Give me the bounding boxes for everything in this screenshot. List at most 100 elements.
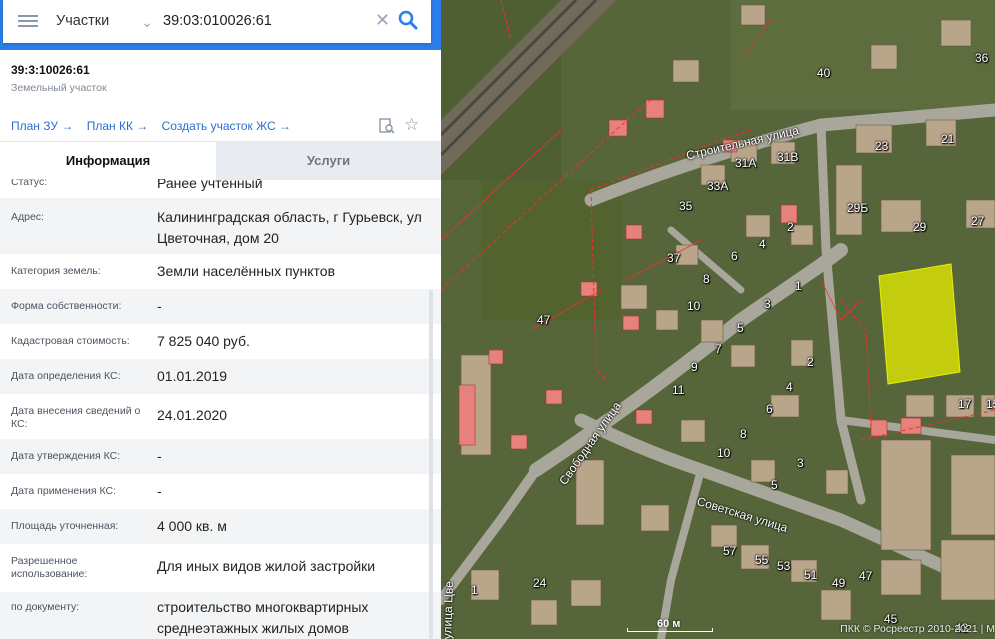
field-label: Дата внесения сведений о КС: [11,405,141,430]
field-value: - [157,483,162,499]
create-plot-link[interactable]: Создать участок ЖС → [162,119,291,133]
house-number: 6 [731,249,738,263]
field-row: Дата определения КС: 01.01.2019 [0,359,441,394]
field-row: Дата внесения сведений о КС: 24.01.2020 [0,394,441,439]
house-number: 57 [723,544,737,558]
house-number: 1 [471,583,478,597]
house-number: 55 [755,553,769,567]
star-icon[interactable]: ☆ [404,116,422,134]
house-number: 4 [786,380,793,394]
field-row: Дата применения КС: - [0,474,441,509]
menu-icon[interactable] [18,12,38,30]
house-number: 29 [913,220,927,234]
search-input[interactable] [163,9,368,33]
field-label: Разрешенное использование: [11,555,88,580]
action-links: План ЗУ → План КК → Создать участок ЖС → [11,119,301,133]
scale-bar [627,628,713,632]
field-row: Дата утверждения КС: - [0,439,441,474]
house-number: 2 [807,355,814,369]
field-value: - [157,298,162,314]
field-label: Дата утверждения КС: [11,450,121,462]
field-value: Ранее учтенный [157,179,263,191]
layer-select[interactable]: Участки ⌄ [51,10,161,32]
house-number: 5 [771,478,778,492]
house-number: 53 [777,559,791,573]
house-number: 3 [797,456,804,470]
house-number: 24 [533,576,547,590]
field-label: Адрес: [11,211,44,223]
house-number: 17 [958,397,972,411]
house-number: 6 [766,402,773,416]
house-number: 9 [691,360,698,374]
field-row: Адрес: Калининградская область, г Гурьев… [0,198,441,254]
object-cadastral-number: 39:3:10026:61 [11,63,90,77]
layer-select-value: Участки [56,13,110,29]
tab-information[interactable]: Информация [0,142,216,180]
field-label: по документу: [11,601,80,613]
house-number: 4 [759,237,766,251]
field-row: Разрешенное использование: Для иных видо… [0,544,441,592]
field-label: Дата определения КС: [11,370,121,382]
field-row: Категория земель: Земли населённых пункт… [0,254,441,289]
house-number: 31А [735,156,757,170]
house-number: 8 [703,272,710,286]
house-number: 10 [717,446,731,460]
chevron-down-icon: ⌄ [141,14,153,30]
field-value: Земли населённых пунктов [157,263,336,279]
plan-kk-link[interactable]: План КК → [87,119,149,133]
house-number: 8 [740,427,747,441]
field-value: 01.01.2019 [157,368,228,384]
house-number: 49 [832,576,846,590]
field-value: 4 000 кв. м [157,518,227,534]
search-bar: Участки ⌄ ✕ ❮ [0,0,441,50]
field-row: Площадь уточненная: 4 000 кв. м [0,509,441,544]
field-label: Категория земель: [11,265,101,277]
field-label: Дата применения КС: [11,485,117,497]
house-number: 27 [971,214,985,228]
house-number: 15 [986,397,995,411]
house-number: 47 [859,569,873,583]
house-number: 29Б [847,201,869,215]
field-label: Статус: [11,179,48,188]
document-search-icon[interactable] [378,117,396,135]
field-value: 24.01.2020 [157,407,228,423]
map-view[interactable]: Строительная улица Свободная улица Совет… [441,0,995,639]
field-row: Форма собственности: - [0,289,441,324]
plan-zu-link[interactable]: План ЗУ → [11,119,73,133]
house-number: 37 [667,251,681,265]
house-number: 2 [787,220,794,234]
field-label: Форма собственности: [11,300,122,312]
field-row: по документу: строительство многоквартир… [0,592,441,639]
collapse-panel-icon[interactable]: ❮ [440,10,441,32]
house-number: 33А [707,179,729,193]
house-number: 3 [764,297,771,311]
field-row: Кадастровая стоимость: 7 825 040 руб. [0,324,441,359]
info-table: Статус: Ранее учтенный Адрес: Калинингра… [0,179,441,639]
scrollbar[interactable] [429,290,433,639]
street-label: улица Цве [441,580,457,639]
field-value: 7 825 040 руб. [157,333,250,349]
house-number: 40 [817,66,831,80]
clear-icon[interactable]: ✕ [375,9,393,31]
house-number: 36 [975,51,989,65]
map-scale: 60 м [627,618,715,632]
field-row: Статус: Ранее учтенный [0,179,441,198]
field-value: - [157,448,162,464]
house-number: 5 [737,321,744,335]
house-number: 23 [875,139,889,153]
object-type: Земельный участок [11,82,107,94]
house-number: 11 [672,383,685,397]
search-box: Участки ⌄ ✕ [3,0,431,43]
house-number: 10 [687,299,701,313]
house-number: 21 [941,132,955,146]
selected-plot[interactable] [878,263,961,385]
house-number: 31В [777,150,799,164]
tab-services[interactable]: Услуги [216,142,441,180]
search-icon[interactable] [397,9,421,33]
field-value: строительство многоквартирных среднеэтаж… [157,599,369,636]
house-number: 51 [804,568,818,582]
house-number: 1 [795,279,802,293]
field-label: Кадастровая стоимость: [11,335,130,347]
house-number: 7 [715,342,722,356]
field-label: Площадь уточненная: [11,520,119,532]
